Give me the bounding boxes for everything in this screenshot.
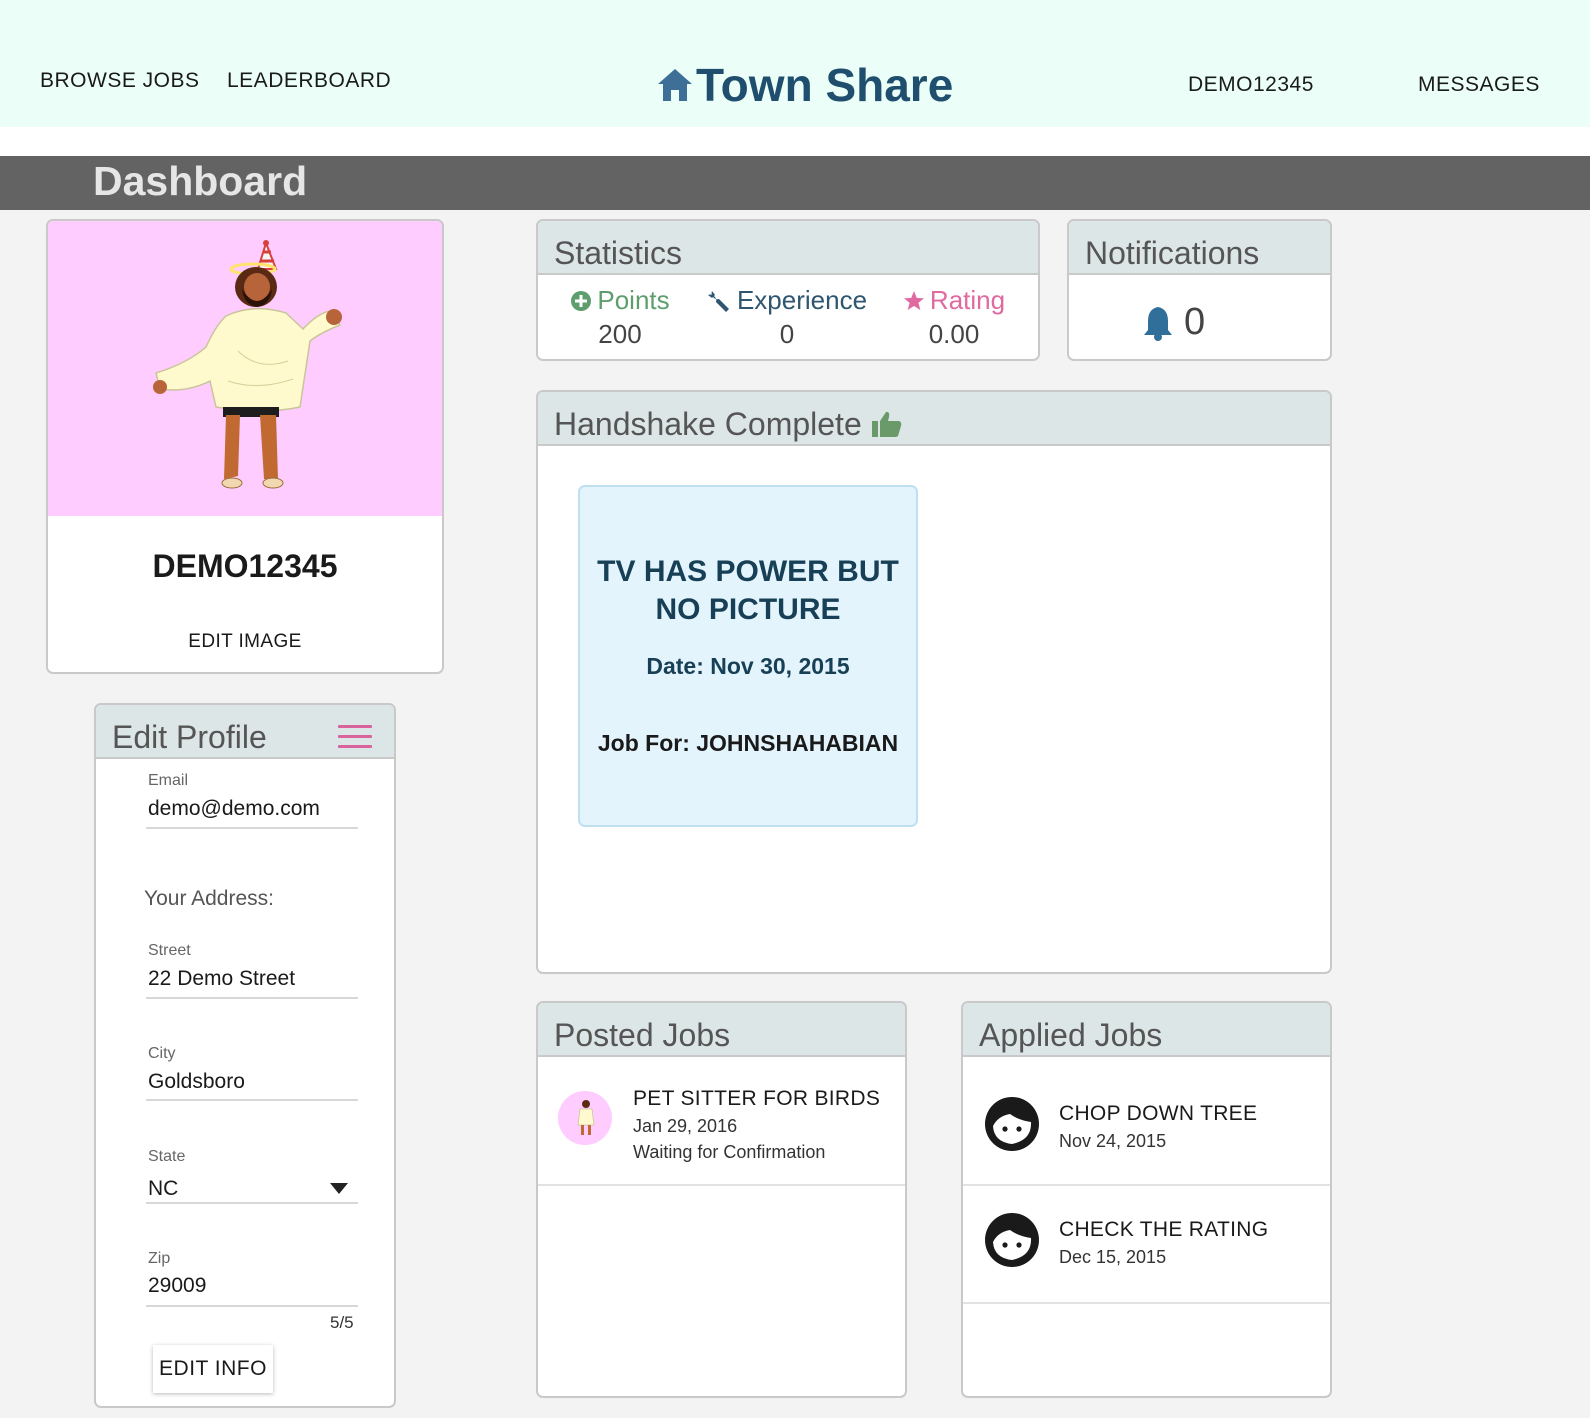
street-label: Street: [148, 942, 191, 959]
profile-card: DEMO12345 EDIT IMAGE: [46, 219, 444, 674]
handshake-job-tile[interactable]: TV HAS POWER BUT NO PICTURE Date: Nov 30…: [578, 485, 918, 827]
street-field[interactable]: 22 Demo Street: [148, 967, 295, 991]
home-icon: [658, 69, 692, 101]
brand-name: Town Share: [696, 59, 954, 111]
hamburger-icon[interactable]: [338, 725, 372, 749]
email-field[interactable]: demo@demo.com: [148, 797, 320, 821]
applied-job-title: CHOP DOWN TREE: [1059, 1102, 1258, 1125]
chevron-down-icon[interactable]: [330, 1183, 348, 1194]
wrench-icon: [707, 290, 729, 312]
experience-label: Experience: [736, 285, 868, 315]
state-select[interactable]: NC: [148, 1177, 178, 1201]
experience-value: 0: [779, 319, 795, 349]
zip-label: Zip: [148, 1250, 171, 1267]
email-label: Email: [148, 772, 189, 789]
applied-jobs-card: Applied Jobs CHOP DOWN TREE Nov 24, 2015…: [961, 1001, 1332, 1398]
posted-jobs-card: Posted Jobs PET SITTER FOR BIRDS Jan 29,…: [536, 1001, 907, 1398]
avatar: [558, 1091, 612, 1145]
edit-image-link[interactable]: EDIT IMAGE: [48, 631, 442, 653]
city-underline: [146, 1099, 358, 1101]
handshake-title: Handshake Complete: [554, 406, 862, 442]
statistics-card: Statistics Points 200 Experience 0 Ratin…: [536, 219, 1040, 361]
plus-circle-icon: [571, 290, 592, 311]
statistics-header: Statistics: [538, 221, 1038, 275]
stat-rating: Rating 0.00: [894, 285, 1014, 350]
thumbs-up-icon: [871, 411, 901, 437]
rating-label: Rating: [929, 285, 1006, 315]
bell-icon: [1144, 306, 1172, 341]
edit-profile-title: Edit Profile: [112, 719, 267, 755]
edit-info-button[interactable]: EDIT INFO: [153, 1345, 273, 1393]
notifications-card[interactable]: Notifications 0: [1067, 219, 1332, 361]
nav-leaderboard[interactable]: LEADERBOARD: [227, 69, 391, 93]
state-underline: [146, 1202, 358, 1204]
points-label: Points: [597, 285, 670, 315]
header-spacer: [0, 127, 1590, 156]
rating-value: 0.00: [928, 319, 980, 349]
posted-job-status: Waiting for Confirmation: [633, 1142, 826, 1162]
handshake-job-date: Date: Nov 30, 2015: [646, 653, 850, 679]
handshake-job-title: TV HAS POWER BUT NO PICTURE: [597, 555, 899, 626]
posted-job-date: Jan 29, 2016: [633, 1116, 738, 1136]
profile-username: DEMO12345: [152, 548, 338, 584]
list-item[interactable]: CHECK THE RATING Dec 15, 2015: [963, 1188, 1330, 1304]
face-avatar-icon: [985, 1097, 1039, 1151]
star-icon: [903, 290, 924, 310]
city-field[interactable]: Goldsboro: [148, 1070, 245, 1094]
applied-job-date: Nov 24, 2015: [1059, 1131, 1167, 1151]
points-value: 200: [598, 319, 642, 349]
state-label: State: [148, 1148, 186, 1165]
edit-profile-header: Edit Profile: [96, 705, 394, 759]
city-label: City: [148, 1045, 176, 1062]
avatar-illustration: [153, 239, 342, 489]
nav-messages[interactable]: MESSAGES: [1418, 73, 1540, 97]
zip-underline: [146, 1305, 358, 1307]
handshake-header: Handshake Complete: [538, 392, 1330, 446]
posted-job-title: PET SITTER FOR BIRDS: [633, 1087, 881, 1110]
street-underline: [146, 997, 358, 999]
edit-profile-card: Edit Profile Email demo@demo.com Your Ad…: [94, 703, 396, 1408]
page-title: Dashboard: [93, 158, 308, 204]
stat-points: Points 200: [560, 285, 680, 350]
notifications-count: 0: [1184, 301, 1206, 343]
nav-username[interactable]: DEMO12345: [1188, 73, 1314, 97]
stat-experience: Experience 0: [702, 285, 872, 350]
applied-job-title: CHECK THE RATING: [1059, 1218, 1269, 1241]
posted-jobs-header: Posted Jobs: [538, 1003, 905, 1057]
brand-logo[interactable]: Town Share: [656, 58, 953, 112]
notifications-header: Notifications: [1069, 221, 1330, 275]
address-heading: Your Address:: [144, 887, 274, 910]
applied-job-date: Dec 15, 2015: [1059, 1247, 1167, 1267]
list-item[interactable]: PET SITTER FOR BIRDS Jan 29, 2016 Waitin…: [538, 1059, 905, 1186]
zip-field[interactable]: 29009: [148, 1274, 206, 1298]
dashboard-bar: Dashboard: [0, 156, 1590, 210]
zip-char-counter: 5/5: [330, 1313, 354, 1332]
applied-jobs-header: Applied Jobs: [963, 1003, 1330, 1057]
top-navbar: BROWSE JOBS LEADERBOARD Town Share DEMO1…: [0, 0, 1590, 127]
notifications-count-row: 0: [1142, 301, 1205, 344]
list-item[interactable]: CHOP DOWN TREE Nov 24, 2015: [963, 1059, 1330, 1186]
handshake-job-for: Job For: JOHNSHAHABIAN: [597, 730, 899, 756]
handshake-card: Handshake Complete TV HAS POWER BUT NO P…: [536, 390, 1332, 974]
email-underline: [146, 827, 358, 829]
profile-image: [48, 221, 442, 516]
face-avatar-icon: [985, 1213, 1039, 1267]
nav-browse-jobs[interactable]: BROWSE JOBS: [40, 69, 200, 93]
